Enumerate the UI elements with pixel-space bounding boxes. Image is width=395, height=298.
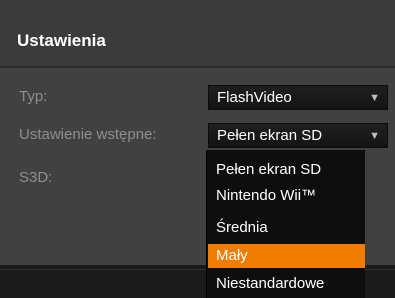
type-select-value: FlashVideo xyxy=(217,89,292,106)
type-label: Typ: xyxy=(19,88,48,105)
type-select[interactable]: FlashVideo ▼ xyxy=(208,85,388,110)
dropdown-option-selected[interactable]: Mały xyxy=(208,244,365,268)
dropdown-option[interactable]: Pełen ekran SD xyxy=(208,158,365,182)
panel-title: Ustawienia xyxy=(17,31,106,50)
preset-select[interactable]: Pełen ekran SD ▼ xyxy=(208,123,388,148)
header-divider xyxy=(0,66,395,68)
settings-panel: Ustawienia Typ: FlashVideo ▼ Ustawienie … xyxy=(0,0,395,298)
panel-header: Ustawienia xyxy=(0,0,395,66)
dropdown-option[interactable]: Średnia xyxy=(208,216,365,240)
preset-select-value: Pełen ekran SD xyxy=(217,127,323,144)
preset-dropdown-list: Pełen ekran SD Nintendo Wii™ Średnia Mał… xyxy=(206,150,365,298)
chevron-down-icon: ▼ xyxy=(369,130,380,142)
chevron-down-icon: ▼ xyxy=(369,92,380,104)
dropdown-option[interactable]: Niestandardowe xyxy=(208,272,365,296)
preset-label: Ustawienie wstępne: xyxy=(19,126,157,143)
s3d-label: S3D: xyxy=(19,169,53,186)
dropdown-option[interactable]: Nintendo Wii™ xyxy=(208,184,365,208)
